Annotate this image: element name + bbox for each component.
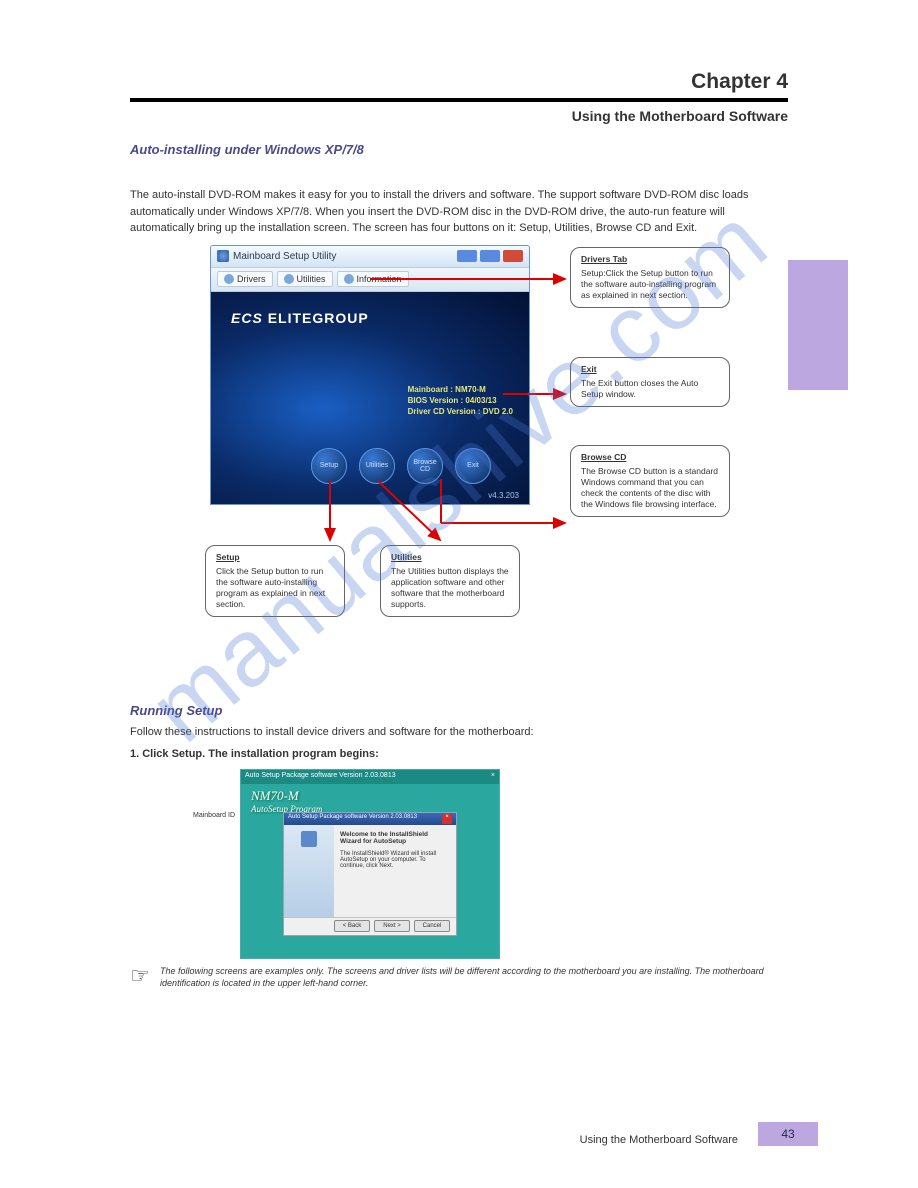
utilities-button[interactable]: Utilities xyxy=(359,448,395,484)
info-bios: BIOS Version : 04/03/13 xyxy=(408,395,513,406)
wrench-icon xyxy=(284,274,294,284)
app-titlebar: Mainboard Setup Utility xyxy=(211,246,529,268)
version-label: v4.3.203 xyxy=(488,491,519,500)
autosetup-titlebar: Auto Setup Package software Version 2.03… xyxy=(241,770,499,784)
callout-body: The Utilities button displays the applic… xyxy=(391,566,509,609)
maximize-button[interactable] xyxy=(480,250,500,262)
callout-browse-cd: Browse CD The Browse CD button is a stan… xyxy=(570,445,730,517)
window-controls[interactable] xyxy=(457,250,523,262)
close-icon[interactable]: × xyxy=(491,772,495,782)
chapter-title: Chapter 4 xyxy=(130,70,788,102)
callout-title: Drivers Tab xyxy=(581,254,719,265)
setup-p1: Follow these instructions to install dev… xyxy=(130,724,788,741)
callout-body: Click the Setup button to run the softwa… xyxy=(216,566,325,609)
chapter-subtitle: Using the Motherboard Software xyxy=(130,108,788,124)
note-text: The following screens are examples only.… xyxy=(160,965,788,990)
section-heading-setup: Running Setup xyxy=(130,703,788,718)
brand-model: NM70-M xyxy=(251,788,299,803)
tab-information[interactable]: Information xyxy=(337,271,409,287)
callout-title: Exit xyxy=(581,364,719,375)
setup-button[interactable]: Setup xyxy=(311,448,347,484)
callout-body: The Exit button closes the Auto Setup wi… xyxy=(581,378,698,399)
running-setup-section: Running Setup Follow these instructions … xyxy=(130,703,788,990)
note-row: ☞ The following screens are examples onl… xyxy=(130,965,788,990)
app-window: Mainboard Setup Utility Drivers Utilitie… xyxy=(210,245,530,505)
installshield-text: The InstallShield® Wizard will install A… xyxy=(340,851,450,869)
box-icon xyxy=(301,831,317,847)
back-button[interactable]: < Back xyxy=(334,920,370,932)
installshield-footer: < Back Next > Cancel xyxy=(284,917,456,935)
page-number: 43 xyxy=(758,1122,818,1146)
tab-drivers-label: Drivers xyxy=(237,274,266,284)
cancel-button[interactable]: Cancel xyxy=(414,920,450,932)
info-icon xyxy=(344,274,354,284)
installshield-dialog: Auto Setup Package software Version 2.03… xyxy=(283,812,457,936)
autosetup-title-text: Auto Setup Package software Version 2.03… xyxy=(245,772,396,782)
page-content: Chapter 4 Using the Motherboard Software… xyxy=(130,70,788,1128)
installshield-titlebar: Auto Setup Package software Version 2.03… xyxy=(284,813,456,825)
minimize-button[interactable] xyxy=(457,250,477,262)
section-heading-autoinstall: Auto-installing under Windows XP/7/8 xyxy=(130,142,788,157)
app-icon xyxy=(217,250,229,262)
installshield-title-text: Auto Setup Package software Version 2.03… xyxy=(288,814,417,824)
autosetup-brand: NM70-M AutoSetup Program xyxy=(251,788,322,814)
exit-button[interactable]: Exit xyxy=(455,448,491,484)
tab-utilities[interactable]: Utilities xyxy=(277,271,333,287)
callout-utilities: Utilities The Utilities button displays … xyxy=(380,545,520,617)
tab-utilities-label: Utilities xyxy=(297,274,326,284)
round-buttons: Setup Utilities Browse CD Exit xyxy=(311,448,491,484)
tab-information-label: Information xyxy=(357,274,402,284)
page-edge-tab xyxy=(788,260,848,390)
callout-setup: Setup Click the Setup button to run the … xyxy=(205,545,345,617)
app-title-text: Mainboard Setup Utility xyxy=(233,251,336,262)
tab-drivers[interactable]: Drivers xyxy=(217,271,273,287)
callout-body: The Browse CD button is a standard Windo… xyxy=(581,466,718,509)
callout-title: Setup xyxy=(216,552,334,563)
callout-title: Browse CD xyxy=(581,452,719,463)
diagram-area: Mainboard Setup Utility Drivers Utilitie… xyxy=(130,245,788,685)
info-block: Mainboard : NM70-M BIOS Version : 04/03/… xyxy=(408,384,513,418)
installshield-body: Welcome to the InstallShield Wizard for … xyxy=(284,825,456,917)
intro-paragraph: The auto-install DVD-ROM makes it easy f… xyxy=(130,187,788,237)
logo-name: ELITEGROUP xyxy=(268,310,369,326)
callout-exit: Exit The Exit button closes the Auto Set… xyxy=(570,357,730,407)
close-icon[interactable]: × xyxy=(442,814,452,824)
info-mainboard: Mainboard : NM70-M xyxy=(408,384,513,395)
app-toolbar: Drivers Utilities Information xyxy=(211,268,529,292)
info-drivercd: Driver CD Version : DVD 2.0 xyxy=(408,406,513,417)
next-button[interactable]: Next > xyxy=(374,920,410,932)
footer-label: Using the Motherboard Software xyxy=(130,1134,738,1146)
page-footer: Using the Motherboard Software 43 xyxy=(130,1122,818,1146)
close-button[interactable] xyxy=(503,250,523,262)
callout-drivers-tab: Drivers Tab Setup:Click the Setup button… xyxy=(570,247,730,308)
callout-title: Utilities xyxy=(391,552,509,563)
mainboard-id-label: Mainboard ID xyxy=(193,812,235,819)
hand-icon: ☞ xyxy=(130,965,150,987)
browse-cd-button[interactable]: Browse CD xyxy=(407,448,443,484)
app-logo: ECS ELITEGROUP xyxy=(231,310,369,326)
logo-ecs: ECS xyxy=(231,310,263,326)
installshield-content: Welcome to the InstallShield Wizard for … xyxy=(334,825,456,917)
callout-body: Setup:Click the Setup button to run the … xyxy=(581,268,716,300)
installshield-sidebar xyxy=(284,825,334,917)
installshield-welcome: Welcome to the InstallShield Wizard for … xyxy=(340,831,428,845)
setup-step-1: 1. Click Setup. The installation program… xyxy=(130,746,788,763)
autosetup-screenshot: Auto Setup Package software Version 2.03… xyxy=(240,769,500,959)
app-body: ECS ELITEGROUP Mainboard : NM70-M BIOS V… xyxy=(211,292,529,504)
cd-icon xyxy=(224,274,234,284)
